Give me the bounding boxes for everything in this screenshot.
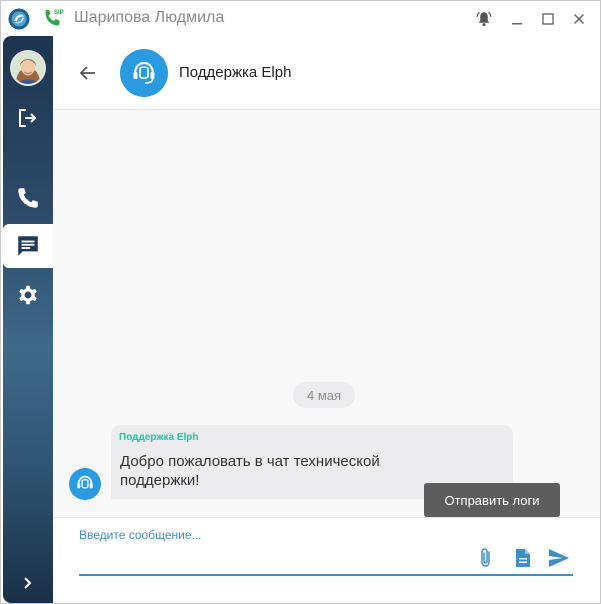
message-text: Добро пожаловать в чат технической подде… — [120, 453, 380, 489]
input-underline — [79, 574, 573, 576]
chat-title: Поддержка Elph — [179, 64, 292, 81]
bell-icon — [476, 11, 492, 27]
sidebar-item-settings[interactable] — [3, 273, 53, 317]
message-avatar — [69, 468, 101, 500]
sip-phone-icon: SIP — [41, 7, 65, 31]
minimize-icon — [512, 23, 522, 25]
chat-panel: Поддержка Elph 4 мая Поддержка Elph Добр… — [53, 36, 600, 603]
app-window: SIP Шарипова Людмила Поддержка Elph 4 ма… — [0, 0, 601, 604]
message-input[interactable] — [79, 526, 379, 544]
sidebar-item-calls[interactable] — [3, 176, 53, 220]
logout-icon — [19, 109, 37, 127]
close-icon — [573, 13, 585, 25]
gear-icon — [19, 285, 37, 305]
paperclip-icon — [481, 548, 490, 567]
headset-icon — [133, 61, 155, 84]
phone-icon — [18, 188, 38, 208]
attach-button[interactable] — [474, 546, 498, 570]
sip-badge: SIP — [54, 10, 64, 16]
window-title: Шарипова Людмила — [74, 9, 225, 26]
send-logs-tooltip: Отправить логи — [424, 483, 560, 517]
maximize-button[interactable] — [537, 8, 559, 30]
headset-icon — [77, 475, 93, 489]
maximize-icon — [542, 13, 554, 25]
send-logs-button[interactable] — [511, 546, 535, 570]
minimize-button[interactable] — [506, 8, 528, 30]
title-bar: SIP Шарипова Людмила — [1, 1, 600, 36]
chat-header: Поддержка Elph — [53, 36, 600, 110]
back-button[interactable] — [75, 60, 101, 86]
date-separator: 4 мая — [293, 382, 356, 408]
message-composer — [53, 517, 600, 603]
close-button[interactable] — [568, 8, 590, 30]
message-sender: Поддержка Elph — [119, 432, 199, 443]
logout-button[interactable] — [3, 96, 53, 140]
chevron-right-icon — [24, 577, 32, 589]
sidebar-expand-button[interactable] — [3, 563, 53, 603]
send-icon — [549, 549, 569, 567]
user-photo — [12, 52, 44, 84]
sidebar-item-chat[interactable] — [3, 224, 53, 268]
chat-avatar — [120, 49, 168, 97]
document-icon — [516, 549, 530, 567]
app-logo-icon — [8, 8, 30, 30]
notification-button[interactable] — [473, 8, 495, 30]
avatar[interactable] — [10, 50, 46, 86]
sidebar — [3, 36, 53, 603]
chat-icon — [18, 236, 38, 256]
arrow-left-icon — [79, 66, 95, 80]
send-button[interactable] — [547, 546, 571, 570]
